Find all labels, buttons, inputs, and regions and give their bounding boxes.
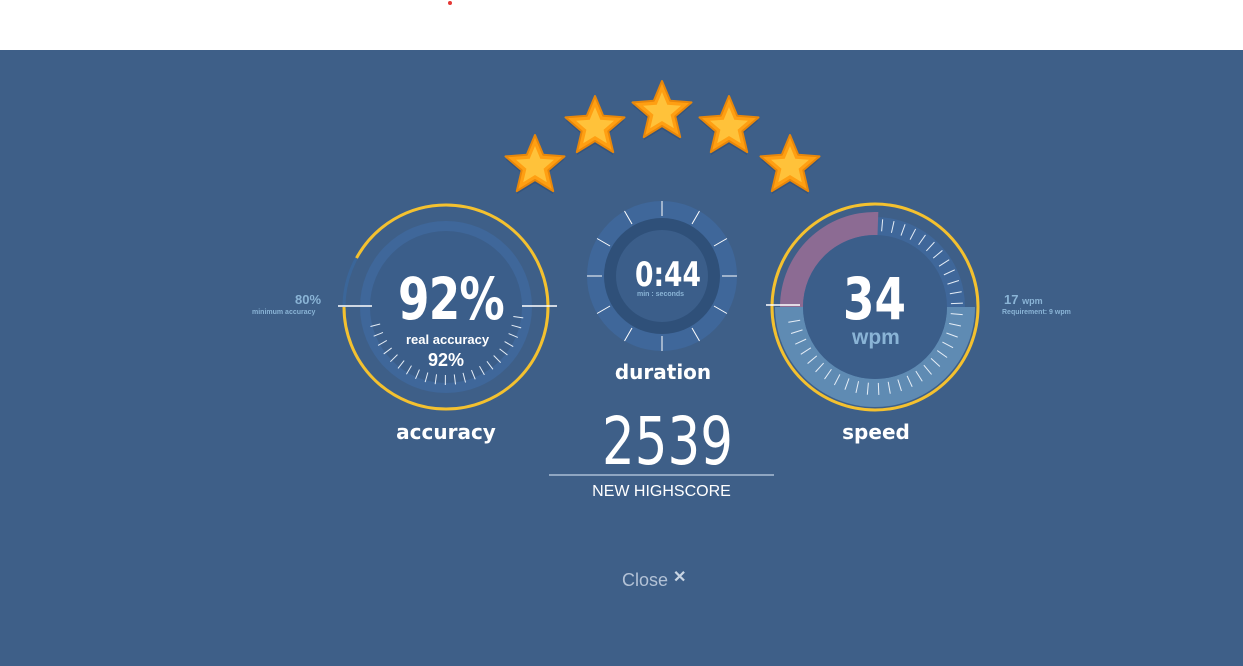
score-value: 2539 bbox=[602, 403, 734, 480]
speed-unit: wpm bbox=[852, 326, 900, 349]
speed-requirement: Requirement: 9 wpm bbox=[1002, 309, 1071, 316]
accuracy-label: accuracy bbox=[396, 420, 496, 444]
minimum-accuracy-label: minimum accuracy bbox=[252, 309, 316, 316]
duration-value: 0:44 bbox=[635, 255, 701, 295]
star-icon bbox=[564, 95, 626, 156]
close-icon: ✕ bbox=[673, 569, 687, 586]
real-accuracy-value: 92% bbox=[428, 350, 465, 370]
speed-side-value: 17 bbox=[1004, 292, 1019, 307]
star-icon bbox=[631, 80, 693, 141]
speed-tick bbox=[950, 302, 963, 305]
close-label: Close bbox=[622, 570, 669, 590]
real-accuracy-label: real accuracy bbox=[406, 332, 490, 347]
duration-unit: min : seconds bbox=[637, 291, 685, 298]
accuracy-value: 92% bbox=[398, 265, 505, 333]
star-icon bbox=[759, 134, 821, 195]
duration-label: duration bbox=[614, 360, 712, 384]
speed-side-unit: wpm bbox=[1022, 296, 1043, 306]
star-icon bbox=[504, 134, 566, 195]
close-button[interactable]: Close ✕ bbox=[622, 569, 702, 598]
speed-label: speed bbox=[842, 420, 910, 444]
star-rating bbox=[504, 80, 821, 195]
highscore-caption: NEW HIGHSCORE bbox=[592, 483, 731, 500]
minimum-accuracy-value: 80% bbox=[295, 292, 322, 307]
speed-tick bbox=[877, 382, 880, 395]
star-icon bbox=[698, 95, 760, 156]
speed-value: 34 bbox=[843, 265, 906, 333]
